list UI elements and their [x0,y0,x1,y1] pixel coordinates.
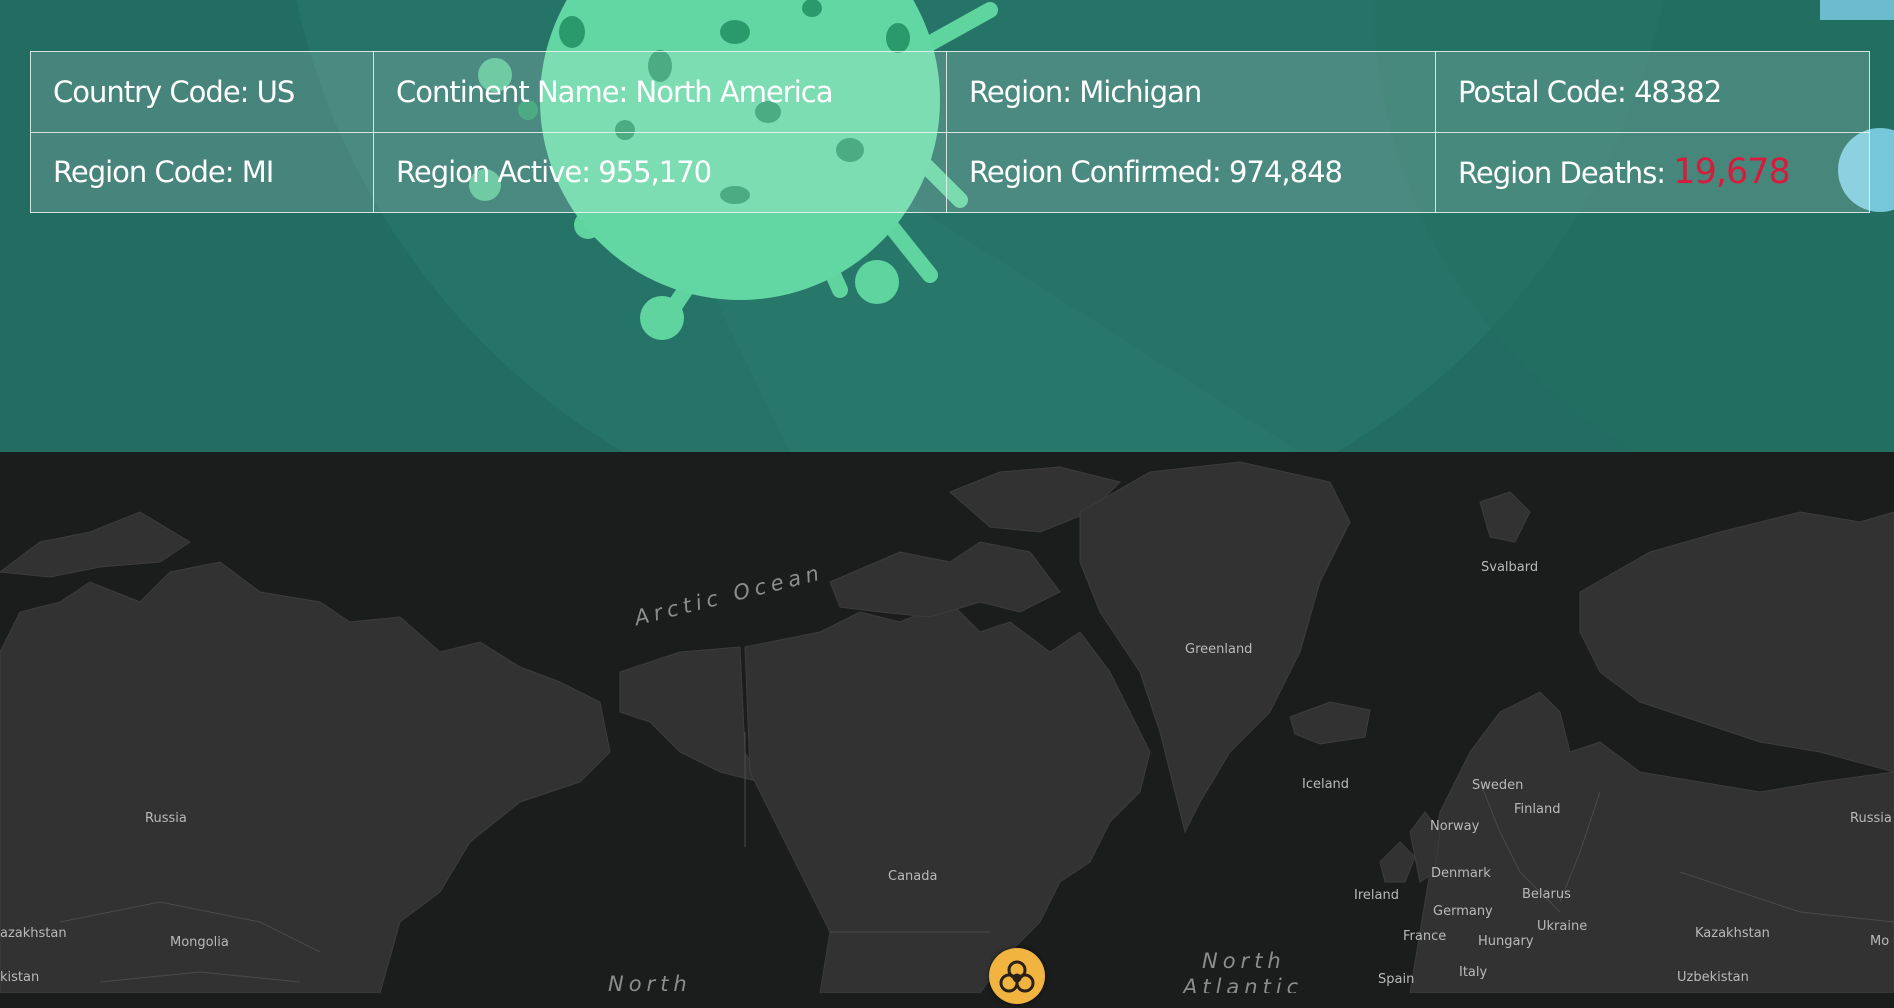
region-value: Michigan [1079,74,1202,109]
belarus-label: Belarus [1522,887,1571,902]
iceland-label: Iceland [1302,777,1350,792]
region-deaths-value: 19,678 [1673,152,1790,193]
ukraine-label: Ukraine [1537,919,1588,934]
postal-code-label: Postal Code: [1458,74,1634,109]
kazakhstan-label-right: Kazakhstan [1695,926,1770,941]
continent-cell: Continent Name: North America [373,51,947,133]
uzbekistan-label: Uzbekistan [1677,970,1749,985]
denmark-label: Denmark [1431,866,1491,881]
map-canvas[interactable] [0,452,1894,993]
country-code-cell: Country Code: US [30,51,374,133]
region-active-label: Region Active: [396,155,599,190]
north-atlantic-label-1: North [1202,949,1286,973]
region-deaths-cell: Region Deaths: 19,678 [1435,131,1870,213]
region-code-value: MI [241,155,275,190]
region-confirmed-label: Region Confirmed: [969,155,1230,190]
region-code-label: Region Code: [53,155,242,190]
continent-value: North America [635,74,834,109]
spain-label: Spain [1378,972,1415,987]
region-active-cell: Region Active: 955,170 [373,131,947,213]
hero-banner: Country Code: US Continent Name: North A… [0,0,1894,452]
region-cell: Region: Michigan [946,51,1436,133]
italy-label: Italy [1459,965,1488,980]
world-map[interactable]: Arctic Ocean North North Atlantic Svalba… [0,452,1894,993]
russia-label-left: Russia [145,811,187,826]
biohazard-icon [999,960,1035,993]
info-row-1: Country Code: US Continent Name: North A… [30,51,1870,133]
region-deaths-label: Region Deaths: [1458,156,1674,191]
canada-label: Canada [888,869,938,884]
north-atlantic-label-2: Atlantic [1183,975,1304,993]
country-code-value: US [256,74,296,109]
finland-label: Finland [1514,802,1561,817]
svalbard-label: Svalbard [1481,560,1539,575]
region-code-cell: Region Code: MI [30,131,374,213]
ireland-label: Ireland [1354,888,1399,903]
postal-code-value: 48382 [1633,74,1722,109]
mo-label: Mo [1870,934,1890,949]
mongolia-label: Mongolia [170,935,229,950]
france-label: France [1403,929,1447,944]
continent-label: Continent Name: [396,74,636,109]
kazakhstan-label-left: azakhstan [0,926,67,941]
region-label: Region: [969,74,1080,109]
region-confirmed-cell: Region Confirmed: 974,848 [946,131,1436,213]
region-marker[interactable] [989,948,1045,1004]
greenland-label: Greenland [1185,642,1253,657]
hungary-label: Hungary [1478,934,1534,949]
region-info-table: Country Code: US Continent Name: North A… [30,51,1870,213]
country-code-label: Country Code: [53,74,257,109]
info-row-2: Region Code: MI Region Active: 955,170 R… [30,131,1870,213]
sweden-label: Sweden [1472,778,1524,793]
postal-code-cell: Postal Code: 48382 [1435,51,1870,133]
norway-label: Norway [1430,819,1480,834]
region-confirmed-value: 974,848 [1229,155,1343,190]
region-active-value: 955,170 [598,155,712,190]
russia-label-right: Russia [1850,811,1892,826]
germany-label: Germany [1433,904,1493,919]
kistan-label: kistan [0,970,40,985]
north-pacific-label: North [608,972,692,993]
